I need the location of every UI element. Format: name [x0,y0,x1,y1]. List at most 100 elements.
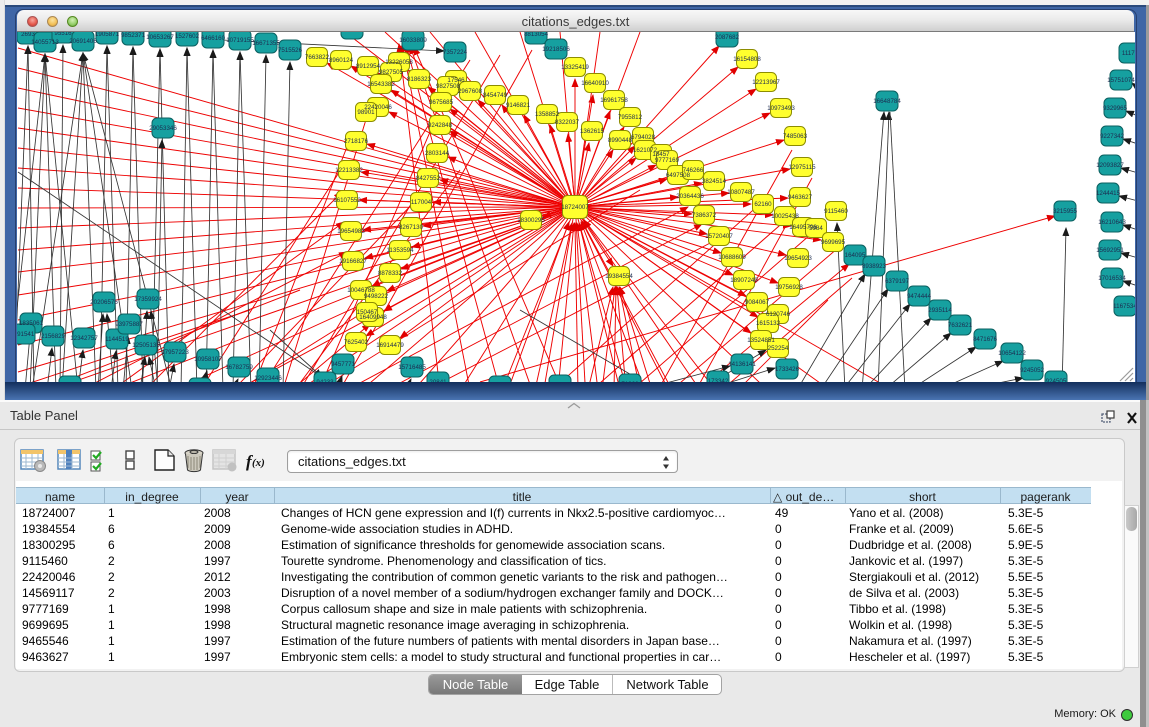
svg-text:14136141: 14136141 [728,361,756,368]
svg-text:12975115: 12975115 [788,164,816,171]
svg-text:7625402: 7625402 [344,339,369,346]
svg-text:8454749: 8454749 [483,92,508,99]
svg-text:2803144: 2803144 [425,150,450,157]
svg-text:98901: 98901 [357,109,375,116]
svg-text:15692951: 15692951 [1096,247,1124,254]
svg-text:1167534: 1167534 [1113,303,1135,310]
svg-text:9463627: 9463627 [788,194,813,201]
svg-text:9245052: 9245052 [1020,367,1045,374]
svg-text:16782759: 16782759 [225,364,253,371]
svg-text:10807487: 10807487 [727,189,755,196]
svg-text:16933809: 16933809 [338,32,366,33]
svg-text:924505: 924505 [1046,378,1067,382]
svg-text:15751074: 15751074 [1107,77,1135,84]
svg-text:746266: 746266 [683,167,704,174]
svg-text:19166827: 19166827 [339,258,367,265]
svg-text:7357224: 7357224 [443,49,468,56]
svg-text:13325419: 13325419 [561,64,589,71]
svg-text:95516: 95516 [54,32,72,37]
svg-text:18724007: 18724007 [561,204,589,211]
svg-text:9457771: 9457771 [331,361,356,368]
svg-text:3824514: 3824514 [702,178,727,185]
svg-text:2693: 2693 [21,32,35,38]
svg-text:391541: 391541 [17,331,35,338]
svg-text:9699695: 9699695 [821,239,846,246]
svg-text:8813054: 8813054 [524,32,549,38]
svg-text:7515526: 7515526 [278,47,303,54]
svg-text:1244415: 1244415 [1096,190,1121,197]
svg-text:20206576: 20206576 [90,299,118,306]
svg-text:10653267: 10653267 [146,34,174,41]
svg-text:13226058: 13226058 [385,59,413,66]
svg-text:8267130: 8267130 [399,224,424,231]
svg-text:71923: 71923 [621,381,639,382]
svg-text:62160: 62160 [754,201,772,208]
svg-text:9777169: 9777169 [655,157,680,164]
svg-text:13524851: 13524851 [747,337,775,344]
svg-text:2967608: 2967608 [458,88,483,95]
svg-text:19384554: 19384554 [605,273,633,280]
svg-text:252254: 252254 [768,345,789,352]
svg-text:3675685: 3675685 [429,99,454,106]
svg-text:6120746: 6120746 [766,311,791,318]
svg-text:164095: 164095 [845,252,866,259]
svg-text:11353594: 11353594 [386,247,414,254]
svg-text:1615132: 1615132 [756,320,781,327]
svg-text:8938923: 8938923 [862,263,887,270]
svg-text:9827505: 9827505 [379,69,404,76]
svg-text:14055713: 14055713 [31,39,59,46]
svg-text:7955812: 7955812 [618,114,643,121]
svg-text:19654923: 19654923 [784,255,812,262]
svg-text:16210643: 16210643 [1098,219,1126,226]
svg-text:20364436: 20364436 [676,193,704,200]
svg-text:8471676: 8471676 [973,336,998,343]
svg-text:1835061: 1835061 [19,320,44,327]
svg-text:16961758: 16961758 [600,97,628,104]
svg-text:12505135: 12505135 [132,342,160,349]
svg-text:1733426: 1733426 [775,366,800,373]
svg-text:16648784: 16648784 [873,98,901,105]
svg-text:17016534: 17016534 [1098,275,1126,282]
svg-text:8878332: 8878332 [378,270,403,277]
svg-text:7485063: 7485063 [783,133,808,140]
svg-text:19654983: 19654983 [337,228,365,235]
svg-text:1358852: 1358852 [535,111,560,118]
svg-text:16914479: 16914479 [376,342,404,349]
svg-text:1144519: 1144519 [105,336,129,343]
svg-text:29053346: 29053346 [149,125,177,132]
svg-text:10958107: 10958107 [194,356,222,363]
svg-text:8960124: 8960124 [329,57,354,64]
svg-text:19218506: 19218506 [542,46,570,53]
svg-text:12213382: 12213382 [335,167,363,174]
svg-text:1527602: 1527602 [175,33,200,40]
svg-text:2718176: 2718176 [344,138,369,145]
svg-text:6794028: 6794028 [631,134,656,141]
svg-text:9146821: 9146821 [506,102,531,109]
svg-text:1905871: 1905871 [95,32,120,38]
svg-text:2935114: 2935114 [928,307,952,314]
svg-text:19756928: 19756928 [775,284,803,291]
svg-text:7386372: 7386372 [692,212,717,219]
svg-text:16107552: 16107552 [333,197,361,204]
svg-text:12342757: 12342757 [70,335,98,342]
svg-text:7632621: 7632621 [948,322,973,329]
svg-text:9474444: 9474444 [907,293,932,300]
svg-text:2087682: 2087682 [715,34,740,41]
svg-text:15716485: 15716485 [398,364,426,371]
svg-text:18300295: 18300295 [517,217,545,224]
svg-text:12213967: 12213967 [752,79,780,86]
svg-text:10025438: 10025438 [771,213,799,220]
svg-text:10719155: 10719155 [226,37,254,44]
svg-text:9227342: 9227342 [1100,133,1125,140]
svg-text:3215955: 3215955 [1053,208,1078,215]
svg-text:117004: 117004 [411,199,432,206]
svg-text:11175: 11175 [1122,50,1135,57]
svg-text:8186323: 8186323 [407,76,432,83]
svg-text:6466160: 6466160 [201,35,226,42]
svg-text:16640910: 16640910 [581,80,609,87]
svg-text:9827508: 9827508 [436,83,461,90]
svg-text:1362615: 1362615 [580,128,605,135]
svg-text:(x): (x) [252,457,265,469]
svg-text:15720407: 15720407 [705,233,733,240]
svg-text:12093827: 12093827 [1096,162,1124,169]
